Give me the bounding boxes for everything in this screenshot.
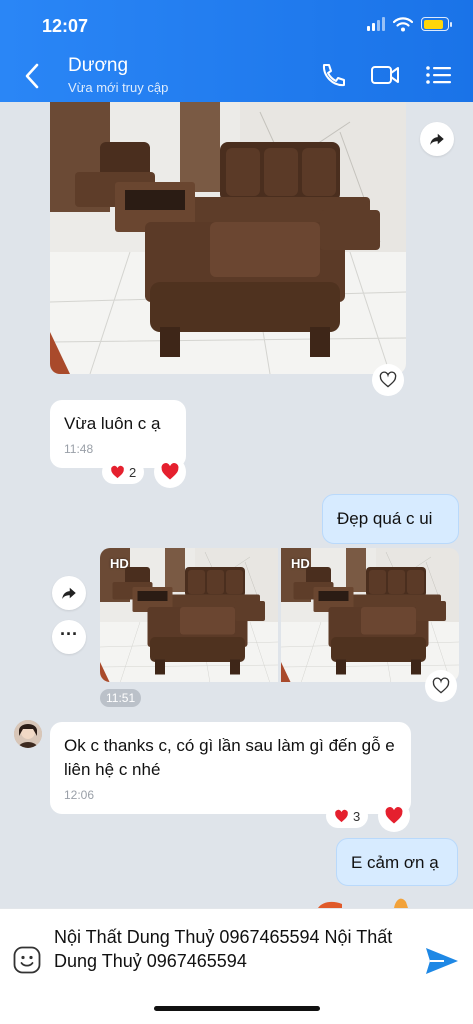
menu-icon[interactable] — [424, 62, 454, 88]
sofa-photo — [50, 102, 406, 374]
status-time: 12:07 — [42, 16, 89, 36]
hd-badge: HD — [110, 556, 129, 571]
share-button[interactable] — [420, 122, 454, 156]
avatar-photo — [14, 720, 42, 748]
heart-outline-icon — [431, 676, 451, 696]
phone-icon[interactable] — [318, 62, 348, 88]
photo-thumbnail[interactable]: HD — [281, 548, 459, 682]
wifi-icon — [393, 17, 413, 32]
send-icon[interactable] — [424, 945, 460, 977]
message-bubble-outgoing[interactable]: Đẹp quá c ui — [322, 494, 459, 544]
message-bubble-incoming[interactable]: Ok c thanks c, có gì lần sau làm gì đến … — [50, 722, 411, 814]
react-button[interactable] — [425, 670, 457, 702]
ellipsis-icon: ··· — [60, 624, 78, 644]
message-list[interactable]: Vừa luôn c ạ 11:48 2 Đẹp quá c ui ··· HD… — [0, 102, 473, 908]
message-input[interactable]: Nội Thất Dung Thuỷ 0967465594 Nội Thất D… — [54, 925, 410, 973]
heart-outline-icon — [378, 370, 398, 390]
photo-message[interactable] — [50, 102, 406, 374]
avatar[interactable] — [14, 720, 42, 748]
reaction-count: 2 — [129, 464, 137, 480]
photo-thumbnail[interactable]: HD — [100, 548, 278, 682]
reaction-count: 3 — [353, 808, 361, 824]
signal-icon — [367, 17, 385, 31]
hd-badge: HD — [291, 556, 310, 571]
message-time: 12:06 — [64, 788, 95, 802]
back-icon[interactable] — [22, 62, 42, 90]
status-icons — [367, 16, 452, 32]
message-bubble-outgoing[interactable]: E cảm ơn ạ — [336, 838, 458, 886]
react-button[interactable] — [154, 456, 186, 488]
heart-icon — [160, 462, 180, 482]
more-options-button[interactable]: ··· — [52, 620, 86, 654]
message-time: 11:48 — [64, 442, 94, 456]
message-text: Vừa luôn c ạ — [64, 414, 161, 433]
share-icon — [428, 130, 446, 148]
chat-header: 12:07 Dương Vừa mới truy cập — [0, 0, 473, 102]
message-time: 11:51 — [100, 689, 142, 707]
message-text: Đẹp quá c ui — [337, 509, 433, 528]
heart-icon — [384, 806, 404, 826]
heart-icon — [110, 465, 125, 480]
reaction-summary[interactable]: 3 — [326, 804, 369, 828]
contact-name[interactable]: Dương — [68, 55, 128, 77]
sticker-preview — [318, 898, 408, 908]
battery-icon — [421, 17, 452, 31]
reaction-summary[interactable]: 2 — [102, 460, 145, 484]
heart-icon — [334, 809, 349, 824]
video-call-icon[interactable] — [370, 62, 400, 88]
share-icon — [60, 584, 78, 602]
react-button[interactable] — [378, 800, 410, 832]
share-button[interactable] — [52, 576, 86, 610]
contact-status: Vừa mới truy cập — [68, 80, 169, 95]
message-text: E cảm ơn ạ — [351, 853, 439, 872]
home-indicator — [154, 1006, 320, 1011]
emoji-icon[interactable] — [12, 945, 42, 975]
message-text: Ok c thanks c, có gì lần sau làm gì đến … — [64, 736, 395, 779]
react-button[interactable] — [372, 364, 404, 396]
